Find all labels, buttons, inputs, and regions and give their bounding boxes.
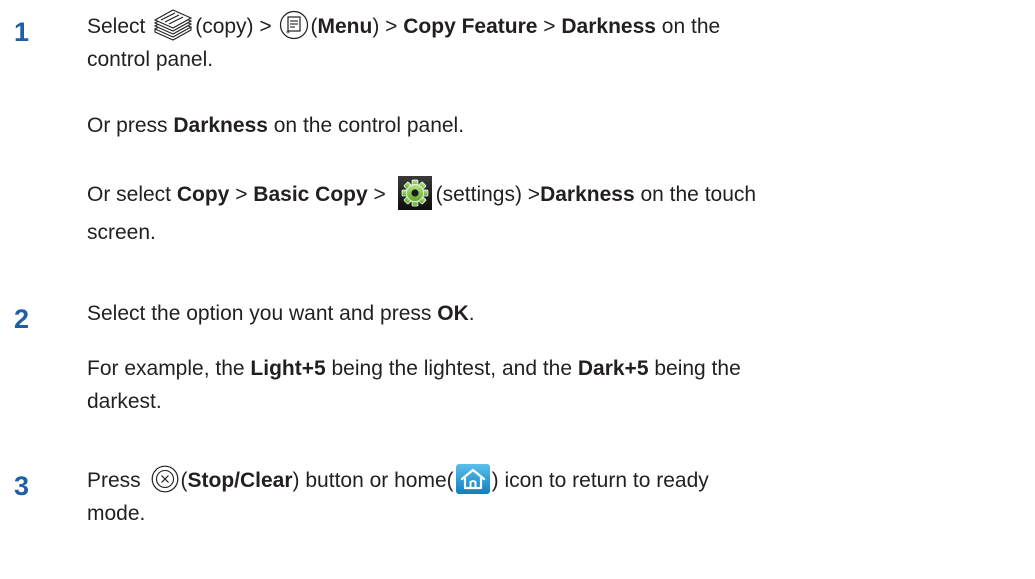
text: Select (87, 15, 152, 38)
step-number: 2 (14, 304, 30, 334)
step-number: 3 (14, 471, 30, 501)
text: Or press (87, 114, 174, 137)
text: ) > (372, 15, 404, 38)
text: Press (87, 469, 147, 492)
step-1-alt-1: Or press Darkness on the control panel. (87, 108, 1027, 144)
step-1-instruction: Select (copy) > * (Menu) > Copy Feature … (87, 9, 1027, 45)
step-number: 1 (14, 17, 30, 47)
text: . (468, 302, 475, 325)
text: Or select (87, 183, 177, 206)
home-icon (455, 463, 491, 495)
svg-text:*: * (286, 29, 290, 38)
copy-label: Copy (176, 183, 230, 206)
darkness-label: Darkness (540, 183, 635, 206)
text: > (367, 183, 392, 206)
text: on the (655, 15, 721, 38)
basic-copy-label: Basic Copy (253, 183, 368, 206)
darkness-label: Darkness (173, 114, 268, 137)
settings-icon (397, 176, 432, 211)
text: (settings) > (435, 183, 541, 206)
step-2-example: For example, the Light+5 being the light… (87, 351, 1027, 387)
step-1-instruction-cont: control panel. (87, 48, 214, 71)
text: Select the option you want and press (87, 302, 438, 325)
copy-icon (151, 7, 195, 43)
step-3-instruction-cont: mode. (87, 502, 146, 525)
darkness-label: Darkness (561, 15, 656, 38)
text: For example, the (87, 357, 251, 380)
step-3-instruction: Press (Stop/Clear) button or home( ) ico… (87, 463, 1027, 499)
text: > (537, 15, 562, 38)
light-label: Light+5 (250, 357, 326, 380)
text: on the control panel. (267, 114, 465, 137)
text: on the touch (634, 183, 757, 206)
step-2-example-cont: darkest. (87, 390, 162, 413)
step-2-instruction: Select the option you want and press OK. (87, 296, 1027, 332)
text: being the lightest, and the (325, 357, 578, 380)
dark-label: Dark+5 (577, 357, 649, 380)
text: ) button or home( (292, 469, 454, 492)
text: > (229, 183, 254, 206)
step-1-alt-2-cont: screen. (87, 221, 156, 244)
stop-clear-label: Stop/Clear (187, 469, 293, 492)
text: being the (648, 357, 741, 380)
text: ) icon to return to ready (491, 469, 709, 492)
step-1-alt-2: Or select Copy > Basic Copy > (settings)… (87, 176, 1027, 213)
menu-label: Menu (317, 15, 373, 38)
text: ( (180, 469, 188, 492)
text: (copy) > (195, 15, 278, 38)
menu-icon: * (279, 10, 309, 40)
stop-clear-icon (151, 465, 179, 493)
copy-feature-label: Copy Feature (403, 15, 538, 38)
ok-label: OK (437, 302, 469, 325)
